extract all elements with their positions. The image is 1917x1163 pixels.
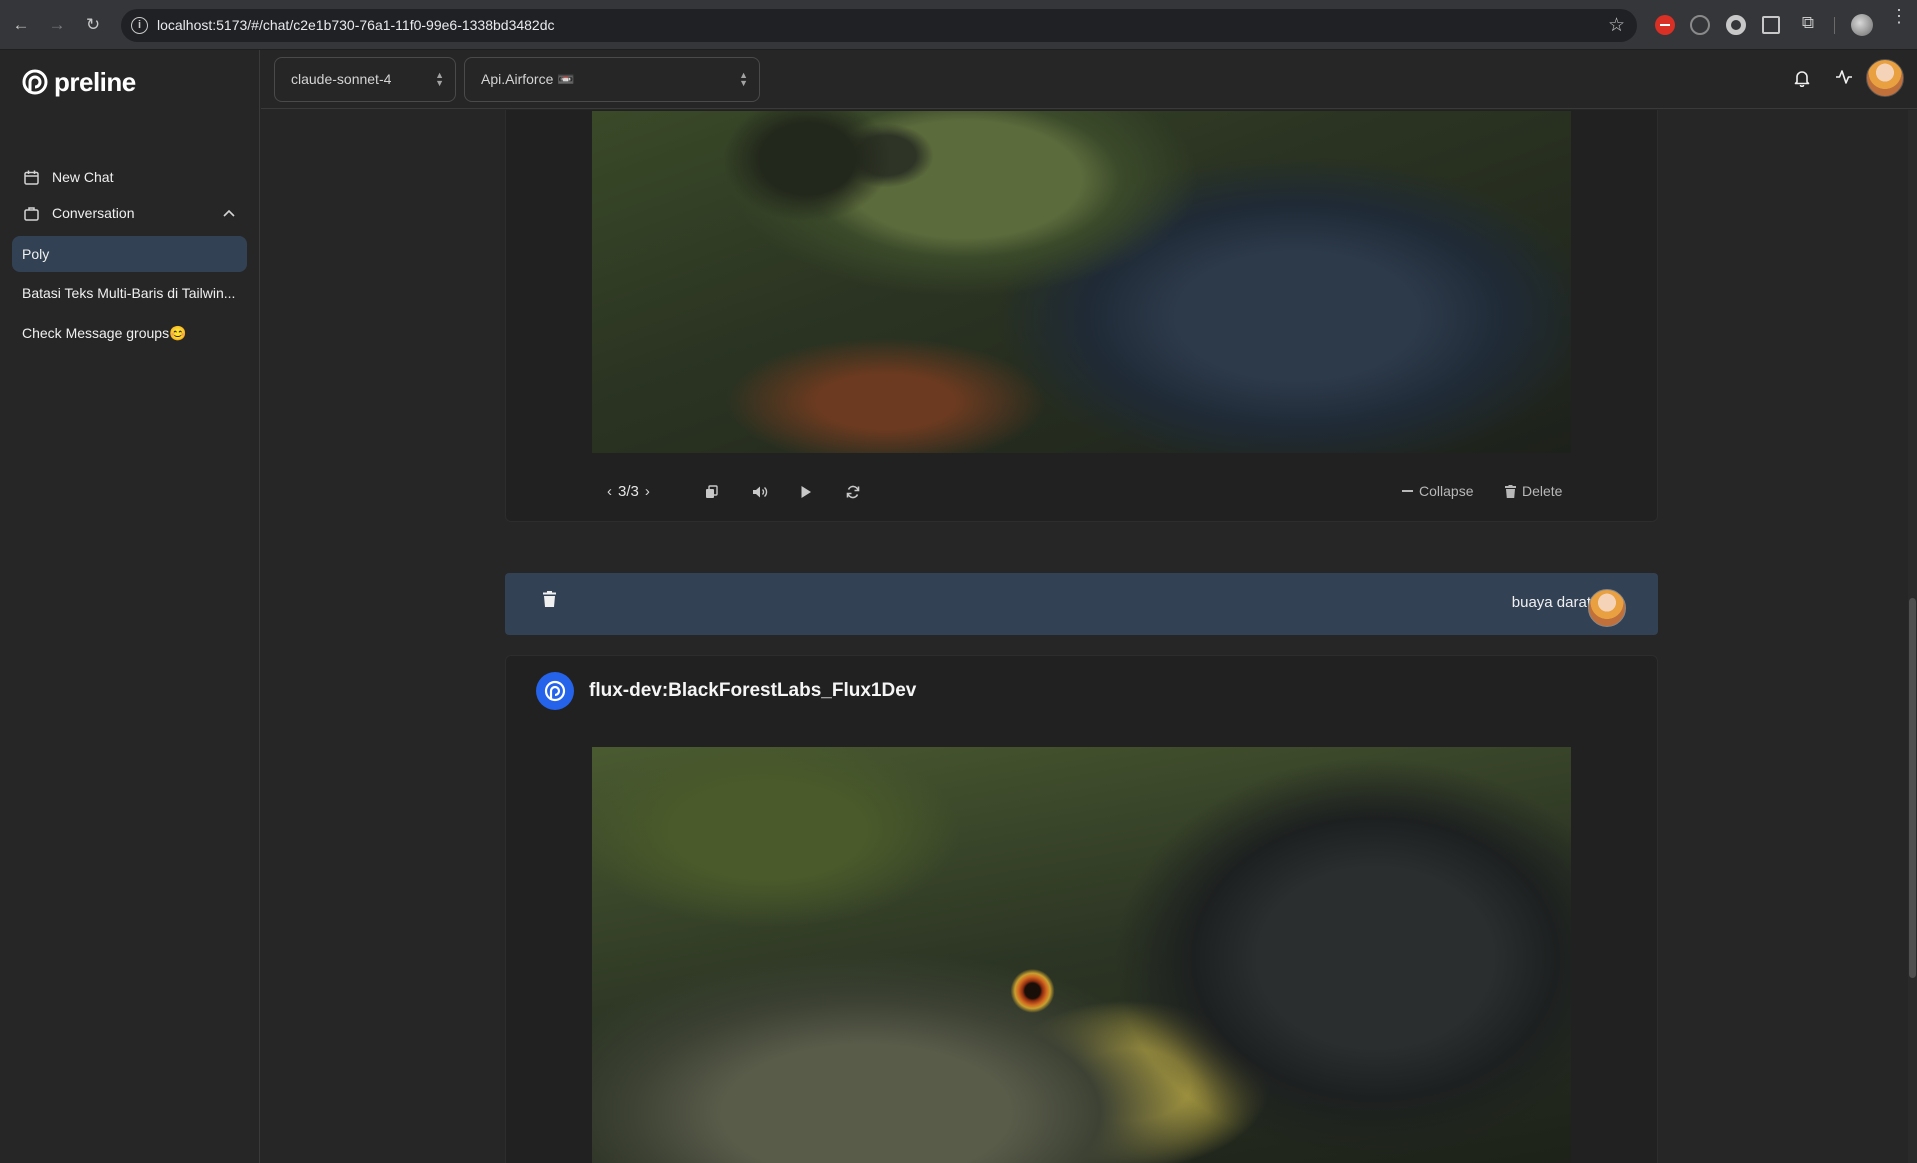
sidebar: preline New Chat Conversation Poly Batas…: [0, 50, 260, 1163]
conversation-item-label: Check Message groups😊: [22, 324, 187, 341]
conversation-item-poly[interactable]: Poly: [12, 236, 247, 272]
select-arrows-icon: ▲ ▼: [435, 70, 444, 88]
toolbar-divider: [1834, 17, 1835, 34]
conversation-label: Conversation: [52, 205, 135, 221]
play-icon[interactable]: [800, 485, 812, 502]
delete-button[interactable]: Delete: [1505, 483, 1562, 499]
response-pager: ‹ 3/3 ›: [607, 483, 650, 500]
calendar-icon: [22, 168, 40, 186]
conversation-item[interactable]: Batasi Teks Multi-Baris di Tailwin...: [12, 275, 247, 311]
bot-response-card: flux-dev:BlackForestLabs_Flux1Dev: [505, 655, 1658, 1163]
conversation-item[interactable]: Check Message groups😊: [12, 315, 247, 351]
back-icon[interactable]: ←: [10, 14, 32, 36]
scrollbar-thumb[interactable]: [1909, 598, 1916, 978]
profile-avatar-icon[interactable]: [1851, 14, 1873, 36]
chat-area: ‹ 3/3 › Collapse Delete buaya darat flux…: [261, 110, 1917, 1163]
briefcase-icon: [22, 204, 40, 222]
top-bar: claude-sonnet-4 ▲ ▼ Api.Airforce 📼 ▲ ▼: [261, 50, 1917, 109]
address-bar[interactable]: i localhost:5173/#/chat/c2e1b730-76a1-11…: [121, 9, 1637, 42]
forward-icon[interactable]: →: [46, 14, 68, 36]
new-chat-label: New Chat: [52, 169, 114, 185]
bookmark-star-icon[interactable]: ☆: [1608, 14, 1625, 37]
extension-power-icon[interactable]: [1690, 15, 1710, 35]
trash-icon: [1505, 484, 1516, 498]
conversation-item-label: Poly: [22, 246, 50, 262]
collapse-button[interactable]: Collapse: [1402, 483, 1473, 499]
bot-model-name: flux-dev:BlackForestLabs_Flux1Dev: [589, 680, 917, 701]
model-select-value: claude-sonnet-4: [291, 71, 392, 87]
user-avatar[interactable]: [1866, 59, 1904, 97]
provider-select-value: Api.Airforce 📼: [481, 71, 575, 87]
activity-icon[interactable]: [1833, 69, 1855, 90]
bot-avatar-icon: [536, 672, 574, 710]
browser-menu-icon[interactable]: ⋮: [1890, 7, 1908, 25]
browser-toolbar: ← → ↻ i localhost:5173/#/chat/c2e1b730-7…: [0, 0, 1917, 50]
site-info-icon[interactable]: i: [131, 17, 148, 34]
chevron-left-icon[interactable]: ‹: [607, 483, 612, 500]
bot-header: flux-dev:BlackForestLabs_Flux1Dev: [536, 672, 916, 710]
select-arrows-icon: ▲ ▼: [739, 70, 748, 88]
delete-label: Delete: [1522, 483, 1563, 499]
user-message-avatar: [1588, 589, 1626, 627]
extension-record-icon[interactable]: [1726, 15, 1746, 35]
collapse-label: Collapse: [1419, 483, 1474, 499]
url-text[interactable]: localhost:5173/#/chat/c2e1b730-76a1-11f0…: [157, 17, 555, 33]
reading-list-icon[interactable]: [1762, 16, 1780, 34]
preline-logo-icon: [22, 69, 48, 95]
conversation-toggle[interactable]: Conversation: [12, 196, 247, 230]
scrollbar[interactable]: [1908, 110, 1917, 1163]
minus-icon: [1402, 490, 1413, 492]
trash-icon[interactable]: [543, 591, 556, 607]
extensions-puzzle-icon[interactable]: ⧉: [1797, 13, 1819, 35]
pager-text: 3/3: [618, 483, 639, 500]
reload-icon[interactable]: ↻: [82, 14, 104, 36]
conversation-item-label: Batasi Teks Multi-Baris di Tailwin...: [22, 285, 236, 301]
extension-block-icon[interactable]: [1655, 15, 1675, 35]
chevron-right-icon[interactable]: ›: [645, 483, 650, 500]
new-chat-button[interactable]: New Chat: [12, 160, 247, 194]
logo[interactable]: preline: [22, 67, 136, 97]
generated-image[interactable]: [592, 747, 1571, 1163]
bell-icon[interactable]: [1791, 69, 1813, 92]
model-select[interactable]: claude-sonnet-4 ▲ ▼: [274, 57, 456, 102]
chevron-up-icon: [223, 205, 235, 220]
copy-icon[interactable]: [705, 485, 718, 502]
logo-text: preline: [54, 66, 136, 97]
generated-image[interactable]: [592, 111, 1571, 453]
bot-response-card: ‹ 3/3 › Collapse Delete: [505, 110, 1658, 522]
response-toolbar: ‹ 3/3 › Collapse Delete: [506, 481, 1657, 505]
speaker-icon[interactable]: [752, 485, 769, 502]
provider-select[interactable]: Api.Airforce 📼 ▲ ▼: [464, 57, 760, 102]
user-message: buaya darat: [505, 573, 1658, 635]
regenerate-icon[interactable]: [846, 485, 860, 502]
user-message-text: buaya darat: [1511, 594, 1591, 611]
